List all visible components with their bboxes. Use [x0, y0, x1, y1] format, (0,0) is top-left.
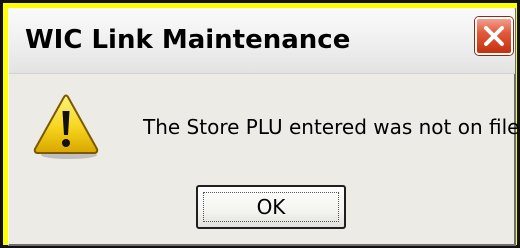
- window-title: WIC Link Maintenance: [25, 25, 351, 55]
- ok-button[interactable]: OK: [196, 185, 346, 229]
- close-button[interactable]: [475, 17, 513, 55]
- highlight-frame: WIC Link Maintenance The Store PLU enter…: [0, 0, 520, 248]
- warning-icon: [33, 94, 99, 159]
- ok-button-label: OK: [256, 195, 286, 219]
- title-bar[interactable]: WIC Link Maintenance: [9, 9, 515, 74]
- message-text: The Store PLU entered was not on file.: [143, 115, 520, 139]
- message-dialog: WIC Link Maintenance The Store PLU enter…: [8, 8, 520, 246]
- close-icon: [484, 26, 504, 46]
